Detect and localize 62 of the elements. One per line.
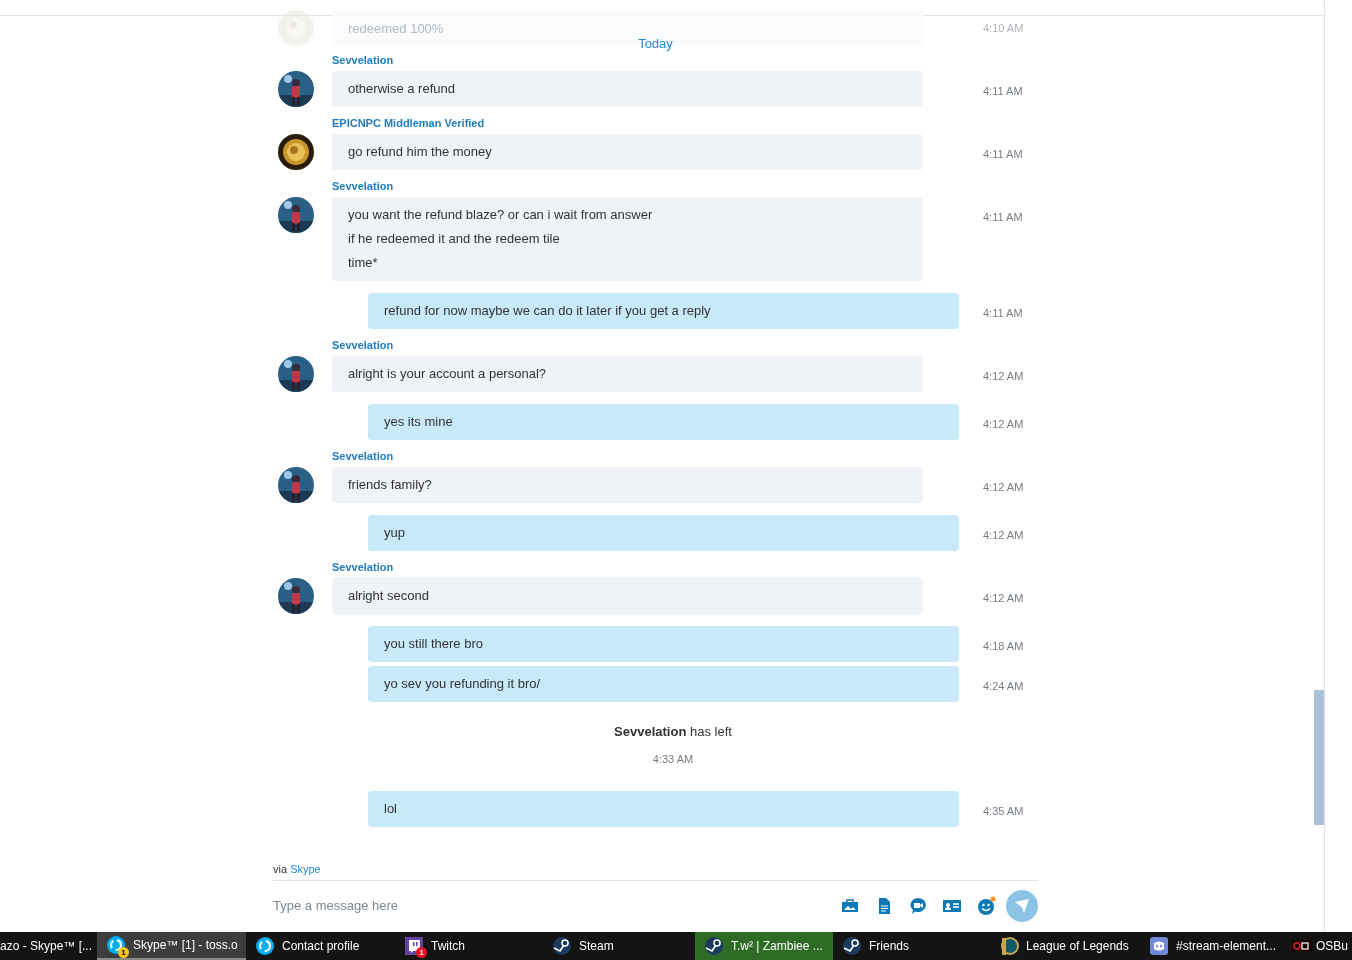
message-time: 4:12 AM: [983, 480, 1024, 495]
chat-bubble-icon: [404, 936, 424, 956]
taskbar-item[interactable]: OSBu: [1288, 932, 1352, 960]
taskbar-item[interactable]: #stream-element...: [1140, 932, 1288, 960]
message-time: 4:12 AM: [983, 591, 1024, 606]
message-time: 4:11 AM: [983, 306, 1023, 321]
message-time: 4:11 AM: [983, 147, 1023, 162]
sender-name: Sevvelation: [332, 561, 395, 573]
message-time: 4:12 AM: [983, 369, 1024, 384]
video-message-icon[interactable]: [908, 896, 928, 916]
taskbar-item[interactable]: T.w² | Zambiee ...: [695, 932, 833, 960]
taskbar-item[interactable]: azo - Skype™ [...: [0, 932, 97, 960]
taskbar-item[interactable]: Friends: [833, 932, 990, 960]
sender-name: Sevvelation: [332, 339, 395, 351]
message-time: 4:35 AM: [983, 804, 1024, 819]
message-bubble: otherwise a refund: [332, 71, 923, 107]
steam-icon: [704, 936, 724, 956]
steam-icon: [552, 936, 572, 956]
message-bubble: you still there bro: [368, 626, 959, 662]
message-bubble: lol: [368, 791, 959, 827]
notification-badge: 1: [118, 947, 129, 958]
game-controller-icon: [1149, 936, 1169, 956]
message-bubble: go refund him the money: [332, 134, 923, 170]
taskbar-item[interactable]: 1 Skype™ [1] - toss.o: [97, 932, 246, 960]
skype-icon: [106, 935, 126, 955]
message-bubble: alright second: [332, 578, 923, 614]
message-time: 4:12 AM: [983, 417, 1024, 432]
via-text: via Skype: [273, 860, 1038, 881]
sender-name: EPICNPC Middleman Verified: [332, 117, 486, 129]
message-time: 4:10 AM: [983, 20, 1024, 36]
message-time: 4:24 AM: [983, 679, 1024, 694]
message-time: 4:11 AM: [983, 210, 1023, 225]
message-input[interactable]: Type a message here: [273, 896, 840, 916]
message-bubble: yes its mine: [368, 404, 959, 440]
event-text: Sevvelation has left: [614, 723, 732, 741]
message-time: 4:12 AM: [983, 528, 1024, 543]
taskbar-item[interactable]: Steam: [543, 932, 695, 960]
taskbar-item[interactable]: 1 Twitch: [395, 932, 543, 960]
skype-link[interactable]: Skype: [290, 863, 321, 875]
message-text: redeemed 100%: [348, 21, 444, 35]
sender-name: Sevvelation: [332, 54, 395, 66]
message-time: 4:11 AM: [983, 84, 1023, 99]
emblem-icon: [999, 936, 1019, 956]
message-bubble: alright is your account a personal?: [332, 356, 923, 392]
day-separator: Today: [638, 37, 673, 52]
steam-icon: [842, 936, 862, 956]
message-time: 4:18 AM: [983, 639, 1024, 654]
sender-name: Sevvelation: [332, 450, 395, 462]
taskbar-item[interactable]: League of Legends: [990, 932, 1140, 960]
message-bubble: yo sev you refunding it bro/: [368, 666, 959, 702]
event-time: 4:33 AM: [652, 751, 694, 767]
skype-icon: [255, 936, 275, 956]
scrollbar-thumb[interactable]: [1314, 690, 1324, 825]
emoji-icon[interactable]: [976, 896, 996, 916]
message-bubble: yup: [368, 515, 959, 551]
message-bubble: friends family?: [332, 467, 923, 503]
message-bubble: you want the refund blaze? or can i wait from answer if he redeemed it and the redeem tile time*: [332, 197, 923, 281]
sender-name: Sevvelation: [332, 180, 395, 192]
taskbar-item[interactable]: Contact profile: [246, 932, 395, 960]
notification-badge: 1: [416, 947, 427, 958]
message-bubble: refund for now maybe we can do it later if you get a reply: [368, 293, 959, 329]
send-icon: [1014, 898, 1030, 914]
